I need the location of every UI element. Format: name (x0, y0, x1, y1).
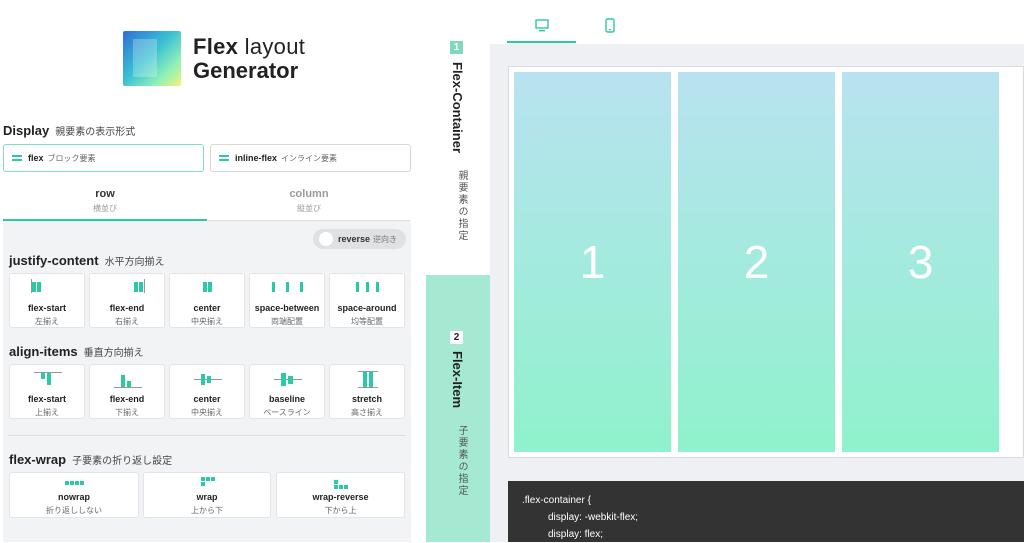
justify-flex-end-button[interactable]: flex-end 右揃え (89, 273, 165, 328)
reverse-toggle[interactable]: reverse 逆向き (313, 229, 406, 249)
code-selector: .flex-container { (522, 495, 591, 506)
mobile-icon (605, 18, 615, 33)
toggle-knob (319, 232, 333, 246)
justify-space-around-button[interactable]: space-around 均等配置 (329, 273, 405, 328)
logo: Flex layout Generator (123, 31, 305, 86)
align-flex-end-icon (90, 370, 164, 388)
align-stretch-icon (330, 370, 404, 388)
tab-sublabel: 子要素の指定 (456, 425, 467, 497)
tab-label: Flex-Item (450, 351, 465, 409)
justify-center-icon (170, 279, 244, 297)
justify-space-around-icon (330, 279, 404, 297)
desktop-view-button[interactable] (507, 0, 576, 44)
direction-tab-column[interactable]: column 縦並び (207, 182, 411, 220)
justify-center-button[interactable]: center 中央揃え (169, 273, 245, 328)
direction-tab-row[interactable]: row 横並び (3, 182, 207, 220)
align-heading: align-items 垂直方向揃え (9, 344, 144, 359)
tab-flex-item[interactable]: 2 Flex-Item 子要素の指定 (426, 275, 490, 542)
wrap-reverse-button[interactable]: wrap-reverse 下から上 (276, 472, 405, 518)
tab-number: 1 (450, 41, 463, 54)
flex-item-1: 1 (514, 72, 671, 452)
wrap-nowrap-icon (10, 477, 138, 489)
section-divider (8, 435, 406, 436)
align-center-button[interactable]: center 中央揃え (169, 364, 245, 419)
justify-heading: justify-content 水平方向揃え (9, 253, 165, 268)
preview-panel: 1 2 3 .flex-container { display: -webkit… (490, 0, 1024, 542)
align-stretch-button[interactable]: stretch 高さ揃え (329, 364, 405, 419)
tab-sublabel: 親要素の指定 (456, 170, 467, 242)
align-flex-start-button[interactable]: flex-start 上揃え (9, 364, 85, 419)
wrap-heading: flex-wrap 子要素の折り返し設定 (9, 452, 173, 467)
align-baseline-button[interactable]: baseline ベースライン (249, 364, 325, 419)
wrap-reverse-icon (277, 477, 404, 489)
wrap-wrap-button[interactable]: wrap 上から下 (143, 472, 271, 518)
display-heading: Display 親要素の表示形式 (3, 123, 136, 138)
flex-item-3: 3 (842, 72, 999, 452)
tab-flex-container[interactable]: 1 Flex-Container 親要素の指定 (426, 0, 490, 275)
justify-flex-start-button[interactable]: flex-start 左揃え (9, 273, 85, 328)
wrap-nowrap-button[interactable]: nowrap 折り返ししない (9, 472, 139, 518)
css-code-output: .flex-container { display: -webkit-flex;… (508, 481, 1024, 542)
align-baseline-icon (250, 370, 324, 388)
logo-line2: Generator (193, 57, 299, 83)
display-flex-button[interactable]: flex ブロック要素 (3, 144, 204, 172)
align-center-icon (170, 370, 244, 388)
flex-container-preview: 1 2 3 (508, 66, 1024, 458)
inline-flex-icon (219, 155, 229, 161)
device-bar (490, 0, 1024, 44)
code-line: display: flex; (548, 529, 604, 540)
mobile-view-button[interactable] (590, 0, 630, 44)
justify-space-between-button[interactable]: space-between 両端配置 (249, 273, 325, 328)
settings-panel: Flex layout Generator Display 親要素の表示形式 fl… (0, 0, 412, 542)
desktop-icon (535, 19, 549, 32)
tab-label: Flex-Container (450, 62, 465, 154)
align-flex-end-button[interactable]: flex-end 下揃え (89, 364, 165, 419)
display-inline-flex-button[interactable]: inline-flex インライン要素 (210, 144, 411, 172)
justify-flex-start-icon (10, 279, 84, 297)
logo-icon (123, 31, 181, 86)
code-line: display: -webkit-flex; (548, 512, 639, 523)
align-flex-start-icon (10, 370, 84, 388)
justify-space-between-icon (250, 279, 324, 297)
logo-line1: Flex layout (193, 33, 306, 59)
flex-item-2: 2 (678, 72, 835, 452)
flex-icon (12, 155, 22, 161)
justify-flex-end-icon (90, 279, 164, 297)
wrap-wrap-icon (144, 477, 270, 489)
tab-number: 2 (450, 331, 463, 344)
